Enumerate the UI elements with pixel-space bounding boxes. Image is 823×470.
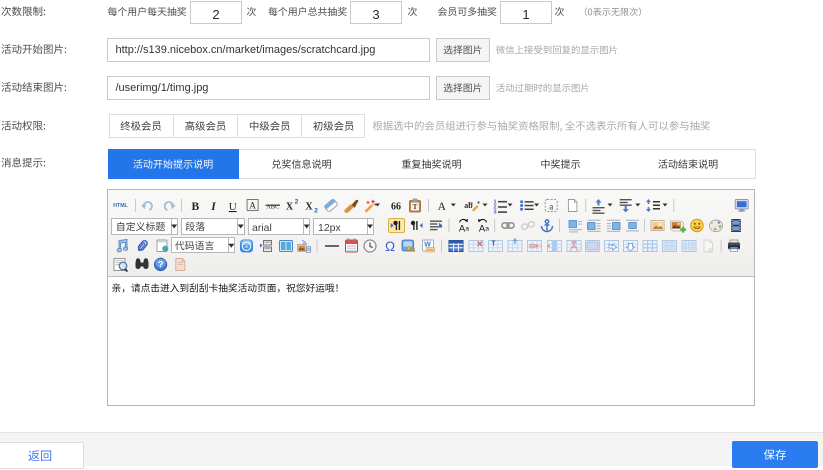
svg-text:X: X (286, 202, 294, 213)
svg-text:3: 3 (494, 210, 497, 216)
svg-text:A: A (438, 201, 447, 213)
svg-text:A: A (249, 201, 256, 211)
svg-text:T: T (491, 241, 496, 248)
svg-text:2: 2 (314, 208, 318, 215)
svg-text:a: a (465, 226, 469, 233)
svg-text:I: I (210, 201, 216, 213)
svg-text:ABC: ABC (266, 204, 279, 211)
svg-text:Ω: Ω (385, 239, 395, 254)
svg-text:2: 2 (295, 199, 299, 206)
svg-text:T: T (412, 202, 417, 211)
svg-text:HTML: HTML (113, 203, 128, 209)
svg-text:66: 66 (391, 202, 401, 213)
svg-text:a: a (549, 201, 553, 211)
svg-text:ab: ab (464, 201, 473, 210)
svg-text:U: U (229, 201, 237, 213)
svg-text:B: B (191, 201, 199, 213)
svg-text:a: a (485, 226, 489, 233)
svg-text:X: X (305, 202, 313, 213)
svg-text:?: ? (158, 260, 164, 270)
